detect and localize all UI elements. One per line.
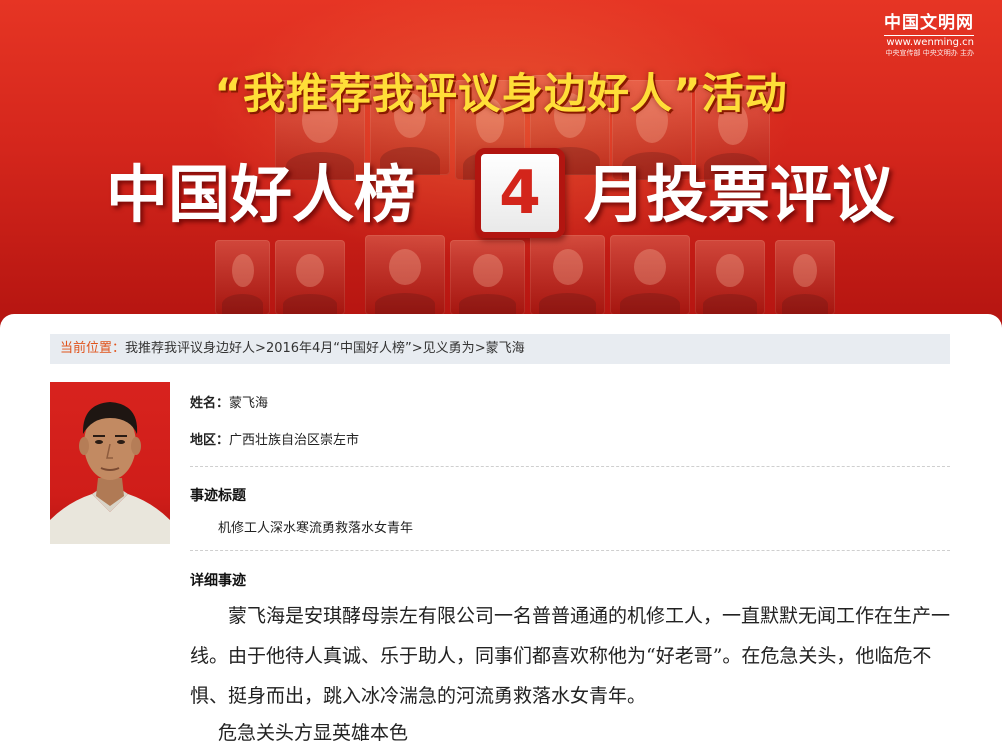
banner: 中国文明网 www.wenming.cn 中央宣传部 中央文明办 主办 “我推荐… (0, 0, 1002, 330)
wenming-logo[interactable]: 中国文明网 www.wenming.cn 中央宣传部 中央文明办 主办 (884, 8, 974, 58)
region-value: 广西壮族自治区崇左市 (229, 433, 360, 448)
story-detail-heading: 详细事迹 (190, 573, 246, 589)
name-label: 姓名： (190, 396, 230, 411)
breadcrumb-separator: > (474, 341, 486, 356)
story-title-heading: 事迹标题 (190, 488, 246, 504)
breadcrumb-separator: > (411, 341, 423, 356)
divider (190, 466, 950, 467)
breadcrumb-separator: > (255, 341, 266, 356)
name-row: 姓名：蒙飞海 (190, 392, 268, 411)
region-row: 地区：广西壮族自治区崇左市 (190, 429, 359, 448)
breadcrumb-link-activity[interactable]: 我推荐我评议身边好人 (125, 341, 255, 356)
logo-url: www.wenming.cn (884, 35, 974, 48)
name-value: 蒙飞海 (229, 396, 269, 411)
breadcrumb: 当前位置：我推荐我评议身边好人>2016年4月“中国好人榜”>见义勇为>蒙飞海 (50, 334, 950, 364)
breadcrumb-link-person[interactable]: 蒙飞海 (486, 341, 525, 356)
breadcrumb-link-month[interactable]: 2016年4月“中国好人榜” (266, 341, 412, 356)
person-photo-drawing (50, 402, 170, 544)
headline-left: 中国好人榜 (106, 158, 417, 231)
breadcrumb-link-category[interactable]: 见义勇为 (423, 341, 475, 356)
logo-host: 中央宣传部 中央文明办 主办 (885, 49, 974, 57)
divider (190, 550, 950, 551)
region-label: 地区： (190, 433, 230, 448)
breadcrumb-lead: 当前位置： (60, 341, 126, 356)
story-subheading: 危急关头方显英雄本色 (218, 722, 409, 744)
logo-name: 中国文明网 (884, 13, 974, 33)
person-photo (50, 382, 170, 544)
month-badge: 4 (475, 148, 565, 238)
story-paragraph: 蒙飞海是安琪酵母崇左有限公司一名普普通通的机修工人，一直默默无闻工作在生产一线。… (190, 605, 951, 707)
story-title: 机修工人深水寒流勇救落水女青年 (218, 521, 414, 536)
headline-right: 月投票评议 (584, 158, 895, 231)
activity-title: “我推荐我评议身边好人”活动 (214, 69, 788, 118)
